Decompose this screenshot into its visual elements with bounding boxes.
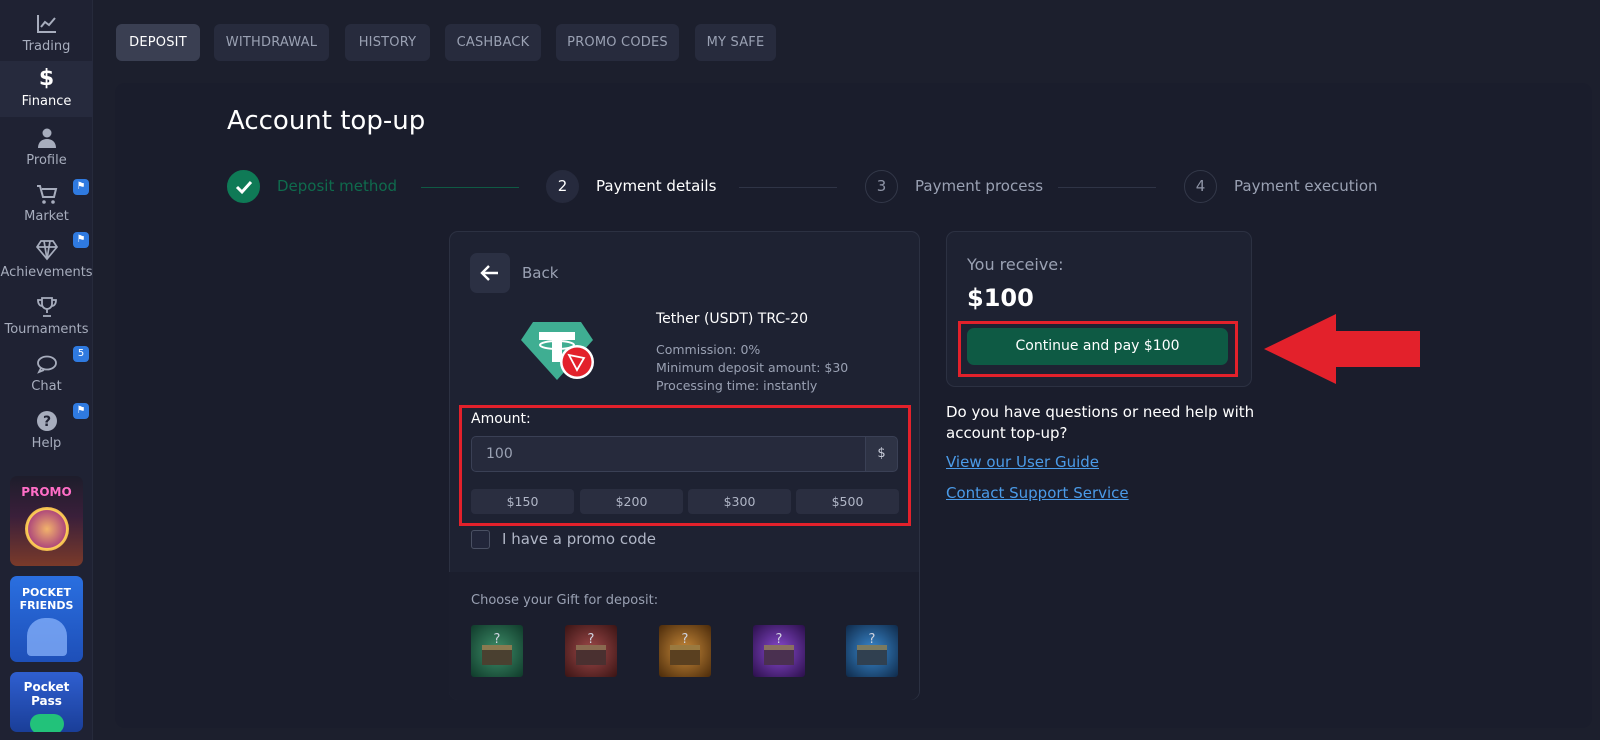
promo-code-label[interactable]: I have a promo code	[502, 530, 656, 548]
help-question: Do you have questions or need help with …	[946, 403, 1255, 442]
tab-promo-codes[interactable]: PROMO CODES	[556, 24, 679, 61]
step-4-label: Payment execution	[1234, 177, 1378, 195]
pocket-friends-card[interactable]: POCKET FRIENDS	[10, 576, 83, 662]
pocket-friends-label: POCKET FRIENDS	[19, 586, 74, 612]
payment-method-name: Tether (USDT) TRC-20	[656, 311, 809, 327]
notification-bell-icon: ⚑	[73, 179, 89, 195]
user-icon	[37, 128, 56, 148]
step-4-number: 4	[1184, 170, 1217, 203]
tab-deposit[interactable]: DEPOSIT	[116, 24, 200, 61]
receive-value: $100	[967, 284, 1034, 312]
step-2-number: 2	[546, 170, 579, 203]
sidebar-item-label: Chat	[31, 379, 62, 394]
sidebar: Trading $ Finance Profile Market ⚑ Achie…	[0, 0, 93, 740]
back-button[interactable]	[470, 253, 510, 293]
svg-text:?: ?	[776, 632, 783, 647]
chart-line-icon	[36, 15, 56, 33]
annotation-arrow-icon	[1264, 314, 1420, 384]
step-1-label: Deposit method	[277, 177, 398, 195]
diamond-icon	[35, 240, 58, 261]
gift-chest-purple[interactable]: ?	[753, 625, 805, 677]
promo-avatar-image	[24, 507, 69, 551]
gift-chest-blue[interactable]: ?	[846, 625, 898, 677]
annotation-highlight-box	[958, 321, 1238, 377]
minimum-deposit-text: Minimum deposit amount: $30	[656, 360, 849, 375]
step-2-label: Payment details	[596, 177, 717, 195]
step-connector	[739, 187, 837, 188]
notification-bell-icon: ⚑	[73, 232, 89, 248]
gift-chest-red[interactable]: ?	[565, 625, 617, 677]
svg-text:?: ?	[494, 632, 501, 647]
sidebar-item-label: Profile	[26, 153, 67, 168]
cart-icon	[36, 185, 57, 204]
sidebar-item-label: Help	[31, 436, 62, 451]
gift-label: Choose your Gift for deposit:	[471, 593, 659, 608]
step-1-check-icon	[227, 170, 260, 203]
step-connector	[421, 187, 519, 188]
sidebar-item-tournaments[interactable]: Tournaments	[0, 295, 93, 341]
step-connector	[1058, 187, 1156, 188]
notification-bell-icon: ⚑	[73, 403, 89, 419]
promo-card-label: PROMO	[21, 485, 72, 499]
gift-chest-orange[interactable]: ?	[659, 625, 711, 677]
page-title: Account top-up	[227, 106, 426, 136]
sidebar-item-trading[interactable]: Trading	[0, 12, 93, 58]
svg-text:?: ?	[682, 632, 689, 647]
sidebar-item-label: Finance	[21, 94, 72, 109]
sidebar-item-label: Tournaments	[4, 322, 89, 337]
arrow-left-icon	[480, 265, 498, 281]
user-guide-link[interactable]: View our User Guide	[946, 453, 1099, 471]
step-3-number: 3	[865, 170, 898, 203]
sidebar-item-profile[interactable]: Profile	[0, 126, 93, 172]
promo-code-checkbox[interactable]	[471, 530, 490, 549]
pocket-pass-logo	[29, 714, 64, 732]
support-link[interactable]: Contact Support Service	[946, 484, 1129, 502]
friends-illustration	[26, 618, 67, 656]
commission-text: Commission: 0%	[656, 342, 761, 357]
tab-cashback[interactable]: CASHBACK	[445, 24, 541, 61]
sidebar-item-label: Market	[24, 209, 69, 224]
sidebar-item-finance[interactable]: $ Finance	[0, 61, 93, 117]
back-label[interactable]: Back	[522, 264, 558, 282]
pocket-pass-label: Pocket Pass	[23, 680, 70, 708]
annotation-highlight-box	[459, 405, 911, 526]
trophy-icon	[36, 297, 57, 317]
svg-text:?: ?	[42, 414, 50, 430]
promo-card[interactable]: PROMO	[10, 476, 83, 566]
dollar-icon: $	[38, 66, 55, 91]
chat-count-badge: 5	[73, 346, 89, 362]
receive-label: You receive:	[967, 255, 1064, 274]
tab-history[interactable]: HISTORY	[345, 24, 430, 61]
help-icon: ?	[36, 411, 57, 431]
processing-time-text: Processing time: instantly	[656, 378, 818, 393]
step-3-label: Payment process	[915, 177, 1044, 195]
sidebar-item-label: Achievements	[0, 265, 93, 280]
pocket-pass-card[interactable]: Pocket Pass	[10, 672, 83, 732]
tether-trc20-logo	[521, 318, 601, 384]
svg-text:?: ?	[869, 632, 876, 647]
svg-text:?: ?	[588, 632, 595, 647]
chat-icon	[36, 355, 57, 374]
tab-withdrawal[interactable]: WITHDRAWAL	[214, 24, 329, 61]
gift-chest-green[interactable]: ?	[471, 625, 523, 677]
sidebar-item-label: Trading	[22, 39, 71, 54]
tab-my-safe[interactable]: MY SAFE	[695, 24, 776, 61]
